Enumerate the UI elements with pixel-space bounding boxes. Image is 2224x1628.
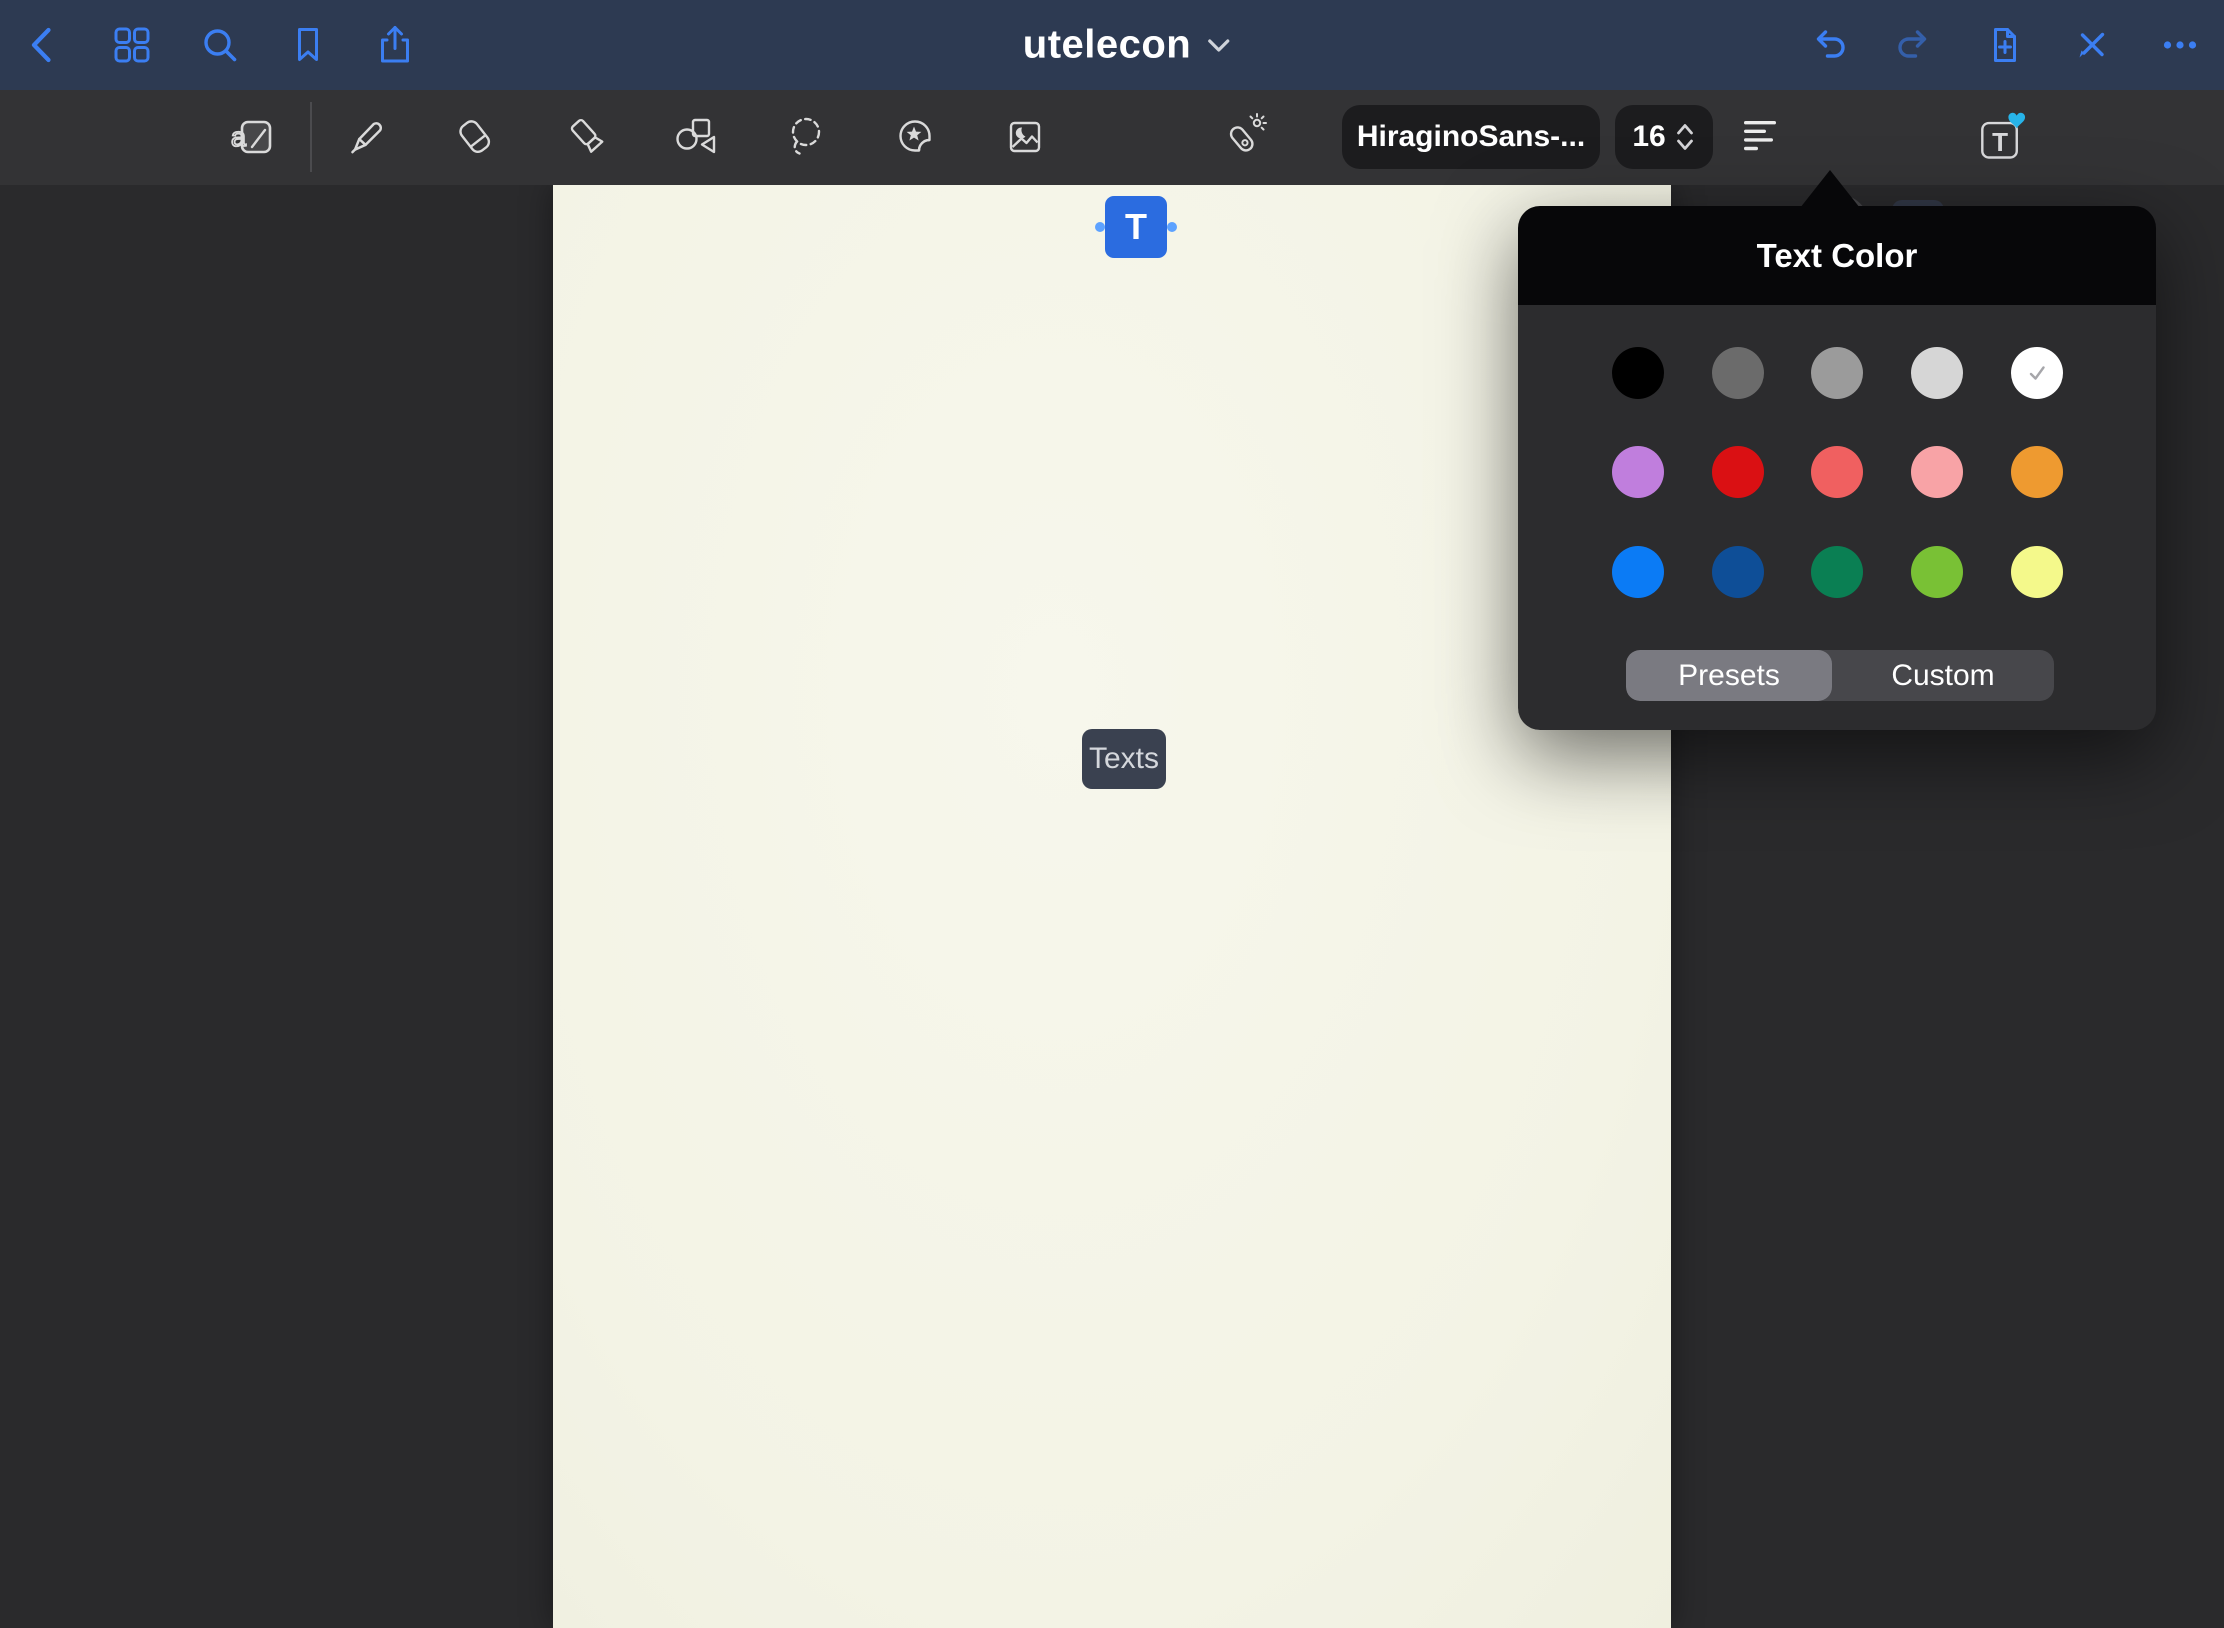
eraser-tool[interactable] [448, 110, 502, 164]
document-title-button[interactable]: utelecon [1023, 23, 1231, 68]
share-button[interactable] [372, 22, 418, 68]
font-family-button[interactable]: HiraginoSans-... [1342, 105, 1600, 169]
color-swatch-6b6b6b[interactable] [1712, 347, 1764, 399]
ellipsis-icon [2158, 23, 2202, 67]
color-swatch-0e4e97[interactable] [1712, 546, 1764, 598]
add-page-button[interactable] [1981, 22, 2027, 68]
add-page-icon [1982, 23, 2026, 67]
color-swatch-f06060[interactable] [1811, 446, 1863, 498]
redo-button[interactable] [1892, 22, 1938, 68]
back-chevron-icon [21, 23, 65, 67]
bookmark-button[interactable] [285, 22, 331, 68]
align-left-icon [1744, 121, 1782, 153]
scribble-convert-tool[interactable]: a [226, 110, 280, 164]
redo-icon [1893, 23, 1937, 67]
more-button[interactable] [2157, 22, 2203, 68]
presets-custom-segmented-control: Presets Custom [1626, 650, 2054, 701]
share-icon [373, 23, 417, 67]
tab-custom-label: Custom [1891, 659, 1994, 693]
color-swatch-ee9a30[interactable] [2011, 446, 2063, 498]
tools-toolbar: a [0, 90, 2224, 185]
text-alignment-button[interactable] [1736, 110, 1790, 164]
highlighter-tool[interactable] [561, 110, 615, 164]
image-icon [1001, 113, 1049, 161]
top-navigation-bar: utelecon [0, 0, 2224, 90]
scribble-convert-icon: a [228, 114, 278, 160]
popup-title: Text Color [1757, 237, 1918, 275]
laser-pointer-icon [1220, 112, 1270, 162]
selected-check-icon [2024, 360, 2050, 386]
title-chevron-down-icon [1207, 37, 1231, 53]
popup-header: Text Color [1518, 206, 2156, 305]
undo-icon [1806, 23, 1850, 67]
highlighter-icon [564, 113, 612, 161]
color-swatch-9b9b9b[interactable] [1811, 347, 1863, 399]
favorite-text-style-button[interactable]: T [1973, 110, 2027, 164]
text-tool-glyph: T [1125, 206, 1147, 248]
pen-tool[interactable] [338, 110, 392, 164]
search-button[interactable] [197, 22, 243, 68]
color-swatch-0b7bf5[interactable] [1612, 546, 1664, 598]
read-only-mode-button[interactable] [2069, 22, 2115, 68]
stepper-chevrons-icon [1674, 119, 1696, 155]
image-tool[interactable] [998, 110, 1052, 164]
lasso-icon [782, 113, 830, 161]
font-family-label: HiraginoSans-... [1357, 120, 1585, 154]
shapes-tool[interactable] [668, 110, 722, 164]
tab-presets-label: Presets [1678, 659, 1780, 693]
svg-text:T: T [1992, 127, 2008, 157]
page-thumbnails-button[interactable] [109, 22, 155, 68]
back-button[interactable] [20, 22, 66, 68]
bookmark-icon [286, 23, 330, 67]
text-tool-left-handle [1095, 222, 1105, 232]
color-swatch-000000[interactable] [1612, 347, 1664, 399]
text-tool-right-handle [1167, 222, 1177, 232]
font-size-value: 16 [1632, 120, 1665, 154]
color-swatch-ffffff[interactable] [2011, 347, 2063, 399]
popup-arrow [1800, 170, 1860, 208]
canvas-text-object[interactable]: Texts [1082, 729, 1166, 789]
tab-presets[interactable]: Presets [1626, 650, 1832, 701]
crossed-pen-icon [2070, 23, 2114, 67]
text-style-heart-icon: T [1973, 109, 2027, 165]
pen-icon [342, 114, 388, 160]
document-title: utelecon [1023, 23, 1191, 68]
font-size-stepper[interactable]: 16 [1615, 105, 1713, 169]
color-swatch-0a7f53[interactable] [1811, 546, 1863, 598]
elements-tool[interactable] [888, 110, 942, 164]
canvas-text-label: Texts [1089, 742, 1159, 776]
text-tool-active[interactable]: T [1105, 196, 1167, 258]
text-color-popup: Text Color Presets Custom [1518, 206, 2156, 730]
thumbnails-grid-icon [110, 23, 154, 67]
toolbar-divider [310, 102, 312, 172]
color-swatch-f4f98b[interactable] [2011, 546, 2063, 598]
color-swatch-f8a3a6[interactable] [1911, 446, 1963, 498]
note-page[interactable] [553, 185, 1671, 1628]
eraser-icon [451, 113, 499, 161]
laser-pointer-tool[interactable] [1218, 110, 1272, 164]
sticker-star-icon [891, 113, 939, 161]
search-icon [198, 23, 242, 67]
shapes-icon [671, 113, 719, 161]
color-swatch-79c135[interactable] [1911, 546, 1963, 598]
tab-custom[interactable]: Custom [1832, 650, 2054, 701]
color-swatch-c07edd[interactable] [1612, 446, 1664, 498]
undo-button[interactable] [1805, 22, 1851, 68]
color-swatch-da1013[interactable] [1712, 446, 1764, 498]
lasso-tool[interactable] [779, 110, 833, 164]
color-swatch-d6d6d6[interactable] [1911, 347, 1963, 399]
popup-body: Presets Custom [1518, 305, 2156, 730]
svg-text:a: a [231, 122, 247, 152]
